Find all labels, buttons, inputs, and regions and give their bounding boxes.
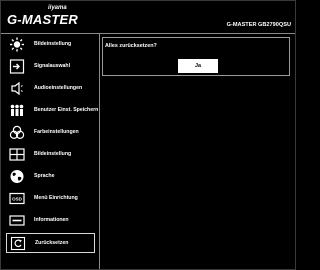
menu-item-signalauswahl[interactable]: Signalauswahl bbox=[6, 57, 95, 77]
user-settings-icon bbox=[9, 103, 25, 118]
image-adjust-icon bbox=[9, 147, 25, 162]
menu-item-label: Audioeinstellungen bbox=[34, 85, 83, 91]
menu-item-label: Benutzer Einst. Speichern bbox=[34, 107, 99, 113]
menu-item-menue-einrichtung[interactable]: OSD Menü Einrichtung bbox=[6, 189, 95, 209]
osd-header: G-MASTER iiyama G-MASTER GB2790QSU bbox=[1, 1, 295, 33]
reset-question: Alles zurücksetzen? bbox=[105, 43, 157, 49]
speaker-icon bbox=[9, 81, 25, 96]
menu-item-bildeinstellung-2[interactable]: Bildeinstellung bbox=[6, 145, 95, 165]
menu-item-audioeinstellungen[interactable]: Audioeinstellungen bbox=[6, 79, 95, 99]
menu-item-sprache[interactable]: Sprache bbox=[6, 167, 95, 187]
osd-menu: G-MASTER iiyama G-MASTER GB2790QSU Bilde… bbox=[0, 0, 296, 270]
iiyama-brand: iiyama bbox=[48, 5, 67, 11]
model-name: G-MASTER GB2790QSU bbox=[226, 22, 291, 28]
menu-item-label: Informationen bbox=[34, 217, 69, 223]
menu-item-informationen[interactable]: Informationen bbox=[6, 211, 95, 231]
globe-icon bbox=[9, 169, 25, 184]
menu-item-benutzer-einst-speichern[interactable]: Benutzer Einst. Speichern bbox=[6, 101, 99, 121]
reset-icon bbox=[10, 236, 26, 251]
header-divider bbox=[1, 33, 295, 34]
menu-item-label: Menü Einrichtung bbox=[34, 195, 78, 201]
menu-item-farbeinstellungen[interactable]: Farbeinstellungen bbox=[6, 123, 95, 143]
menu-item-bildeinstellung[interactable]: Bildeinstellung bbox=[6, 35, 95, 55]
menu-divider bbox=[99, 34, 100, 269]
menu-item-label: Zurücksetzen bbox=[35, 240, 69, 246]
osd-icon: OSD bbox=[9, 191, 25, 206]
menu-item-label: Sprache bbox=[34, 173, 55, 179]
menu-item-label: Signalauswahl bbox=[34, 63, 71, 69]
menu-item-zuruecksetzen[interactable]: Zurücksetzen bbox=[6, 233, 95, 253]
confirm-yes-button[interactable]: Ja bbox=[178, 59, 218, 73]
input-icon bbox=[9, 59, 25, 74]
brightness-icon bbox=[9, 37, 25, 52]
info-icon bbox=[9, 213, 25, 228]
menu-item-label: Bildeinstellung bbox=[34, 151, 72, 157]
g-master-logo: G-MASTER bbox=[7, 12, 78, 27]
svg-text:OSD: OSD bbox=[12, 197, 23, 202]
menu-item-label: Farbeinstellungen bbox=[34, 129, 79, 135]
menu-item-label: Bildeinstellung bbox=[34, 41, 72, 47]
color-icon bbox=[9, 125, 25, 140]
